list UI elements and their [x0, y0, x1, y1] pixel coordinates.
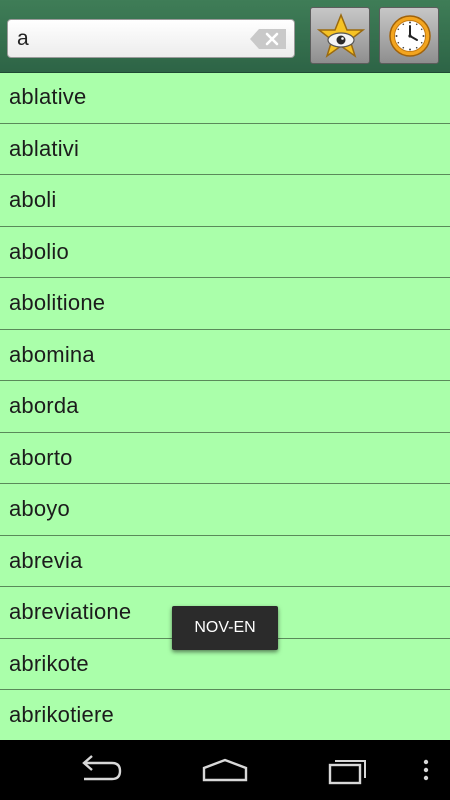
- clock-icon: [389, 15, 431, 57]
- list-item[interactable]: aboyo: [0, 484, 450, 536]
- list-item[interactable]: ablative: [0, 72, 450, 124]
- overflow-menu-icon[interactable]: [418, 754, 434, 786]
- search-input-value: a: [17, 27, 29, 50]
- list-item[interactable]: abolitione: [0, 278, 450, 330]
- list-item[interactable]: ablativi: [0, 124, 450, 175]
- back-icon[interactable]: [76, 754, 124, 786]
- clear-text-icon[interactable]: [250, 29, 286, 49]
- navigation-bar: [0, 740, 450, 800]
- history-button[interactable]: [379, 7, 439, 64]
- top-bar: a: [0, 0, 450, 73]
- list-item[interactable]: abolio: [0, 227, 450, 278]
- list-item[interactable]: abrevia: [0, 536, 450, 587]
- star-eye-icon: [317, 13, 365, 58]
- list-item[interactable]: abrikotiere: [0, 690, 450, 742]
- search-input[interactable]: a: [7, 19, 295, 58]
- list-item[interactable]: aboli: [0, 175, 450, 227]
- favorites-button[interactable]: [310, 7, 370, 64]
- recents-icon[interactable]: [326, 754, 372, 786]
- list-item[interactable]: abomina: [0, 330, 450, 381]
- language-toast: NOV-EN: [172, 606, 278, 650]
- home-icon[interactable]: [200, 754, 250, 786]
- list-item[interactable]: aborto: [0, 433, 450, 484]
- list-item[interactable]: aborda: [0, 381, 450, 433]
